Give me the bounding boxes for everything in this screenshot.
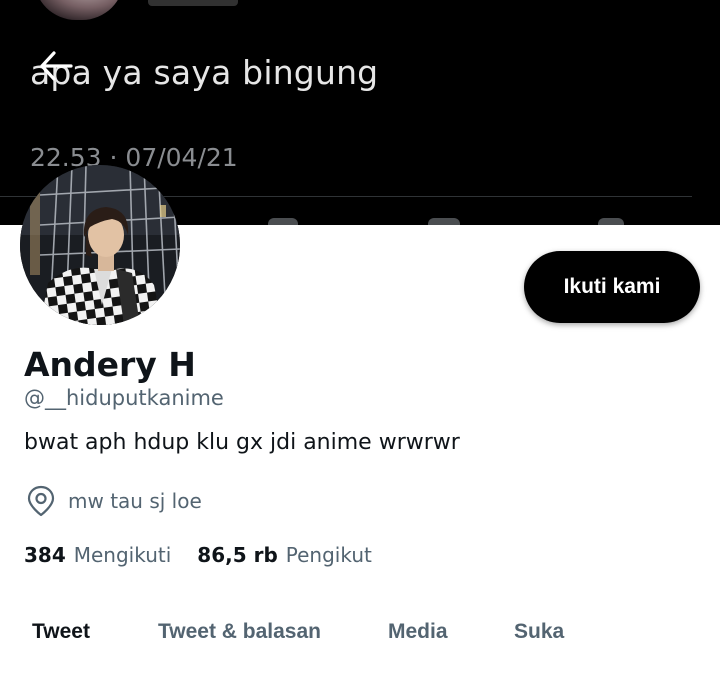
arrow-left-icon	[40, 51, 73, 81]
user-handle: @__hiduputkanime	[24, 386, 224, 410]
profile-location: mw tau sj loe	[26, 485, 202, 517]
tab-media[interactable]: Media	[388, 620, 448, 644]
following-label: Mengikuti	[73, 543, 172, 567]
profile-avatar[interactable]	[20, 165, 180, 325]
banner-like-icon	[428, 218, 460, 225]
profile-bio: bwat aph hdup klu gx jdi anime wrwrwr	[24, 430, 460, 455]
followers-count: 86,5 rb	[197, 543, 278, 567]
display-name: Andery H	[24, 345, 196, 384]
back-button[interactable]	[32, 44, 80, 88]
banner-avatar-fragment	[34, 0, 124, 20]
profile-tabs: Tweet Tweet & balasan Media Suka	[0, 620, 720, 660]
banner-timestamp: 22.53 · 07/04/21	[30, 143, 238, 172]
following-stat[interactable]: 384 Mengikuti	[24, 543, 171, 567]
following-count: 384	[24, 543, 66, 567]
tab-likes[interactable]: Suka	[514, 620, 564, 644]
follow-button[interactable]: Ikuti kami	[524, 251, 700, 323]
avatar-photo	[20, 165, 180, 325]
tab-tweet-replies[interactable]: Tweet & balasan	[158, 620, 321, 644]
banner-share-icon	[598, 218, 624, 225]
location-text: mw tau sj loe	[68, 489, 202, 513]
followers-stat[interactable]: 86,5 rb Pengikut	[197, 543, 372, 567]
banner-reply-icon	[268, 218, 298, 225]
tab-tweet[interactable]: Tweet	[32, 620, 90, 644]
location-pin-icon	[27, 485, 55, 517]
follow-stats: 384 Mengikuti 86,5 rb Pengikut	[24, 543, 372, 567]
followers-label: Pengikut	[285, 543, 372, 567]
banner-name-fragment	[148, 0, 238, 6]
banner-tweet-text: apa ya saya bingung	[30, 53, 379, 92]
